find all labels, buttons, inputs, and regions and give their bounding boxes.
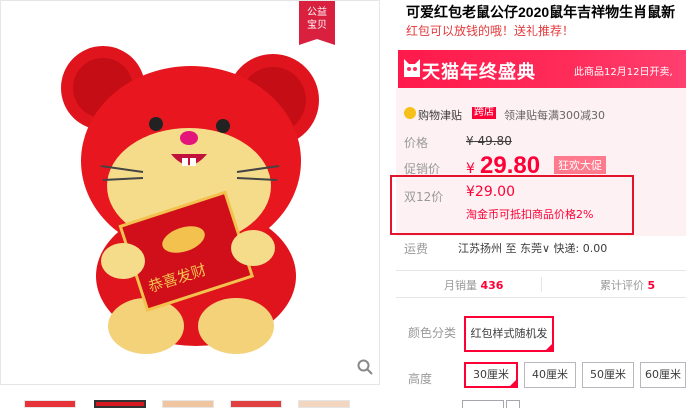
coupon-name: 购物津贴 <box>418 109 462 122</box>
height-option-40cm[interactable]: 40厘米 <box>524 362 576 388</box>
product-title: 可爱红包老鼠公仔2020鼠年吉祥物生肖鼠新 <box>406 4 676 20</box>
thumbnail-strip <box>24 400 384 408</box>
coupon-tag: 跨店 <box>472 107 496 119</box>
review-count-label: 累计评价 <box>600 279 644 292</box>
zoom-icon[interactable] <box>357 359 373 375</box>
product-subtitle: 红包可以放钱的哦！送礼推荐！ <box>406 24 575 38</box>
height-option-50cm[interactable]: 50厘米 <box>582 362 634 388</box>
original-price: ¥ 49.80 <box>466 134 512 148</box>
sale-tag: 狂欢大促 <box>554 156 606 174</box>
color-option-random-envelope[interactable]: 红包样式随机发 <box>464 316 554 352</box>
review-count[interactable]: 累计评价 5 <box>600 277 655 293</box>
coupon-desc: 领津贴每满300减30 <box>504 109 605 122</box>
color-label: 颜色分类 <box>408 326 457 340</box>
shipping-location-select[interactable]: 江苏扬州 至 东莞∨ 快递: 0.00 <box>458 240 607 256</box>
charity-badge-line1: 公益 <box>307 7 327 18</box>
stats-bar: 月销量 436 累计评价 5 <box>396 270 686 298</box>
thumbnail-5[interactable] <box>298 400 350 408</box>
price-box: 购物津贴 跨店 领津贴每满300减30 价格 ¥ 49.80 促销价 ¥ 29.… <box>390 88 686 236</box>
review-count-value: 5 <box>647 279 656 292</box>
thumbnail-3[interactable] <box>162 400 214 408</box>
height-label: 高度 <box>408 372 433 386</box>
quantity-input[interactable] <box>462 400 504 408</box>
main-image-panel[interactable]: 恭喜发财 公益 宝贝 <box>0 0 380 385</box>
thumbnail-4[interactable] <box>230 400 282 408</box>
thumbnail-2[interactable] <box>94 400 146 408</box>
height-option-30cm[interactable]: 30厘米 <box>464 362 518 388</box>
price-label: 价格 <box>404 136 429 150</box>
double12-price: ¥29.00 <box>466 184 515 200</box>
product-page: 恭喜发财 公益 宝贝 可爱红包老鼠公仔2020鼠年吉祥物生肖鼠新 红包可以放钱的… <box>0 0 686 408</box>
monthly-sales: 月销量 436 <box>444 277 503 293</box>
monthly-sales-label: 月销量 <box>444 279 477 292</box>
charity-badge-line2: 宝贝 <box>307 20 327 31</box>
product-image-red-mouse: 恭喜发财 <box>61 46 319 354</box>
coupon-icon <box>404 107 416 119</box>
product-info-panel: 可爱红包老鼠公仔2020鼠年吉祥物生肖鼠新 红包可以放钱的哦！送礼推荐！ 天猫年… <box>390 0 686 408</box>
double12-note: 淘金币可抵扣商品价格2% <box>466 208 594 221</box>
stats-divider <box>541 277 542 292</box>
monthly-sales-value: 436 <box>480 279 504 292</box>
shipping-label: 运费 <box>404 242 429 256</box>
charity-badge: 公益 宝贝 <box>299 1 335 45</box>
quantity-increase-button[interactable] <box>506 400 520 408</box>
banner-title: 天猫年终盛典 <box>422 62 536 82</box>
banner-note: 此商品12月12日开卖, <box>574 67 673 78</box>
thumbnail-1[interactable] <box>24 400 76 408</box>
double12-label: 双12价 <box>404 190 444 204</box>
original-price-value: 49.80 <box>477 134 512 148</box>
height-option-60cm[interactable]: 60厘米 <box>640 362 686 388</box>
tmall-cat-icon <box>404 59 420 77</box>
shipping-row: 运费 江苏扬州 至 东莞∨ 快递: 0.00 <box>396 238 686 262</box>
promo-banner[interactable]: 天猫年终盛典 此商品12月12日开卖, <box>398 50 686 88</box>
original-price-currency: ¥ <box>466 134 474 148</box>
